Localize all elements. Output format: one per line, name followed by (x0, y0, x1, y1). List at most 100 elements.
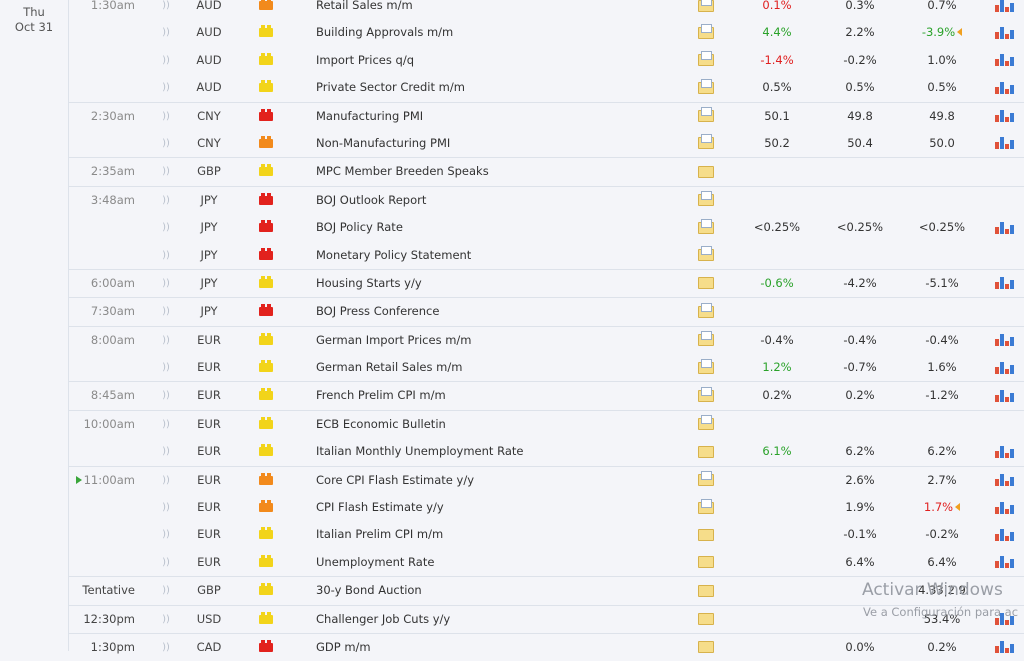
table-row[interactable]: 2:35am)) GBP MPC Member Breeden Speaks (69, 157, 1024, 185)
details-folder-icon[interactable] (698, 187, 714, 214)
details-folder-icon[interactable] (698, 411, 714, 438)
table-row[interactable]: )) CNY Non-Manufacturing PMI 50.2 50.4 50.0 (69, 130, 1024, 157)
alert-icon[interactable]: )) (161, 521, 171, 548)
table-row[interactable]: )) AUD Building Approvals m/m 4.4% 2.2% -3.9% (69, 19, 1024, 46)
table-row[interactable]: 2:30am)) CNY Manufacturing PMI 50.1 49.8 49.8 (69, 101, 1024, 130)
event-title[interactable]: Italian Prelim CPI m/m (316, 521, 686, 548)
table-row[interactable]: 11:00am)) EUR Core CPI Flash Estimate y/y 2… (69, 465, 1024, 494)
details-folder-icon[interactable] (698, 549, 714, 576)
chart-icon[interactable] (995, 0, 1014, 19)
alert-icon[interactable]: )) (161, 494, 171, 521)
alert-icon[interactable]: )) (161, 606, 171, 633)
event-title[interactable]: Building Approvals m/m (316, 19, 686, 46)
details-folder-icon[interactable] (698, 19, 714, 46)
event-title[interactable]: ECB Economic Bulletin (316, 411, 686, 438)
event-title[interactable]: BOJ Press Conference (316, 298, 686, 325)
details-folder-icon[interactable] (698, 494, 714, 521)
alert-icon[interactable]: )) (161, 270, 171, 297)
chart-icon[interactable] (995, 354, 1014, 381)
alert-icon[interactable]: )) (161, 577, 171, 604)
event-title[interactable]: Unemployment Rate (316, 549, 686, 576)
details-folder-icon[interactable] (698, 0, 714, 19)
event-title[interactable]: Italian Monthly Unemployment Rate (316, 438, 686, 465)
alert-icon[interactable]: )) (161, 19, 171, 46)
alert-icon[interactable]: )) (161, 467, 171, 494)
table-row[interactable]: )) EUR CPI Flash Estimate y/y 1.9% 1.7% (69, 494, 1024, 521)
chart-icon[interactable] (995, 327, 1014, 354)
event-title[interactable]: Housing Starts y/y (316, 270, 686, 297)
alert-icon[interactable]: )) (161, 327, 171, 354)
details-folder-icon[interactable] (698, 438, 714, 465)
alert-icon[interactable]: )) (161, 411, 171, 438)
event-title[interactable]: Challenger Job Cuts y/y (316, 606, 686, 633)
alert-icon[interactable]: )) (161, 130, 171, 157)
table-row[interactable]: 3:48am)) JPY BOJ Outlook Report (69, 185, 1024, 214)
table-row[interactable]: )) JPY BOJ Policy Rate <0.25% <0.25% <0.25% (69, 214, 1024, 241)
details-folder-icon[interactable] (698, 577, 714, 604)
event-title[interactable]: MPC Member Breeden Speaks (316, 158, 686, 185)
event-title[interactable]: BOJ Policy Rate (316, 214, 686, 241)
alert-icon[interactable]: )) (161, 634, 171, 661)
details-folder-icon[interactable] (698, 521, 714, 548)
details-folder-icon[interactable] (698, 103, 714, 130)
revised-icon[interactable] (957, 28, 963, 37)
event-title[interactable]: French Prelim CPI m/m (316, 382, 686, 409)
alert-icon[interactable]: )) (161, 242, 171, 269)
event-title[interactable]: German Retail Sales m/m (316, 354, 686, 381)
details-folder-icon[interactable] (698, 214, 714, 241)
event-title[interactable]: Retail Sales m/m (316, 0, 686, 19)
table-row[interactable]: 8:00am)) EUR German Import Prices m/m -0.4%… (69, 325, 1024, 354)
event-title[interactable]: Core CPI Flash Estimate y/y (316, 467, 686, 494)
alert-icon[interactable]: )) (161, 0, 171, 19)
table-row[interactable]: )) AUD Import Prices q/q -1.4% -0.2% 1.0% (69, 47, 1024, 74)
chart-icon[interactable] (995, 549, 1014, 576)
table-row[interactable]: )) EUR Italian Monthly Unemployment Rate 6.… (69, 438, 1024, 465)
event-title[interactable]: BOJ Outlook Report (316, 187, 686, 214)
details-folder-icon[interactable] (698, 634, 714, 661)
details-folder-icon[interactable] (698, 298, 714, 325)
chart-icon[interactable] (995, 270, 1014, 297)
alert-icon[interactable]: )) (161, 187, 171, 214)
alert-icon[interactable]: )) (161, 158, 171, 185)
details-folder-icon[interactable] (698, 158, 714, 185)
chart-icon[interactable] (995, 130, 1014, 157)
chart-icon[interactable] (995, 103, 1014, 130)
chart-icon[interactable] (995, 19, 1014, 46)
chart-icon[interactable] (995, 521, 1014, 548)
table-row[interactable]: 6:00am)) JPY Housing Starts y/y -0.6% -4.2% -… (69, 268, 1024, 297)
details-folder-icon[interactable] (698, 130, 714, 157)
revised-icon[interactable] (955, 503, 961, 512)
details-folder-icon[interactable] (698, 354, 714, 381)
details-folder-icon[interactable] (698, 270, 714, 297)
chart-icon[interactable] (995, 634, 1014, 661)
event-title[interactable]: Import Prices q/q (316, 47, 686, 74)
alert-icon[interactable]: )) (161, 438, 171, 465)
details-folder-icon[interactable] (698, 327, 714, 354)
table-row[interactable]: )) EUR German Retail Sales m/m 1.2% -0.7% 1.6… (69, 354, 1024, 381)
table-row[interactable]: 7:30am)) JPY BOJ Press Conference (69, 297, 1024, 325)
alert-icon[interactable]: )) (161, 47, 171, 74)
event-title[interactable]: Monetary Policy Statement (316, 242, 686, 269)
table-row[interactable]: )) EUR Italian Prelim CPI m/m -0.1% -0.2% (69, 521, 1024, 548)
alert-icon[interactable]: )) (161, 354, 171, 381)
alert-icon[interactable]: )) (161, 382, 171, 409)
details-folder-icon[interactable] (698, 74, 714, 101)
alert-icon[interactable]: )) (161, 74, 171, 101)
event-title[interactable]: GDP m/m (316, 634, 686, 661)
table-row[interactable]: 8:45am)) EUR French Prelim CPI m/m 0.2% 0.2%… (69, 381, 1024, 409)
table-row[interactable]: 1:30am)) AUD Retail Sales m/m 0.1% 0.3% 0.7% (69, 0, 1024, 19)
details-folder-icon[interactable] (698, 242, 714, 269)
event-title[interactable]: Non-Manufacturing PMI (316, 130, 686, 157)
table-row[interactable]: )) EUR Unemployment Rate 6.4% 6.4% (69, 549, 1024, 576)
chart-icon[interactable] (995, 438, 1014, 465)
chart-icon[interactable] (995, 74, 1014, 101)
chart-icon[interactable] (995, 47, 1014, 74)
table-row[interactable]: )) AUD Private Sector Credit m/m 0.5% 0.5% 0.… (69, 74, 1024, 101)
alert-icon[interactable]: )) (161, 103, 171, 130)
event-title[interactable]: German Import Prices m/m (316, 327, 686, 354)
event-title[interactable]: Manufacturing PMI (316, 103, 686, 130)
table-row[interactable]: 10:00am)) EUR ECB Economic Bulletin (69, 409, 1024, 438)
details-folder-icon[interactable] (698, 467, 714, 494)
chart-icon[interactable] (995, 494, 1014, 521)
table-row[interactable]: )) JPY Monetary Policy Statement (69, 242, 1024, 269)
